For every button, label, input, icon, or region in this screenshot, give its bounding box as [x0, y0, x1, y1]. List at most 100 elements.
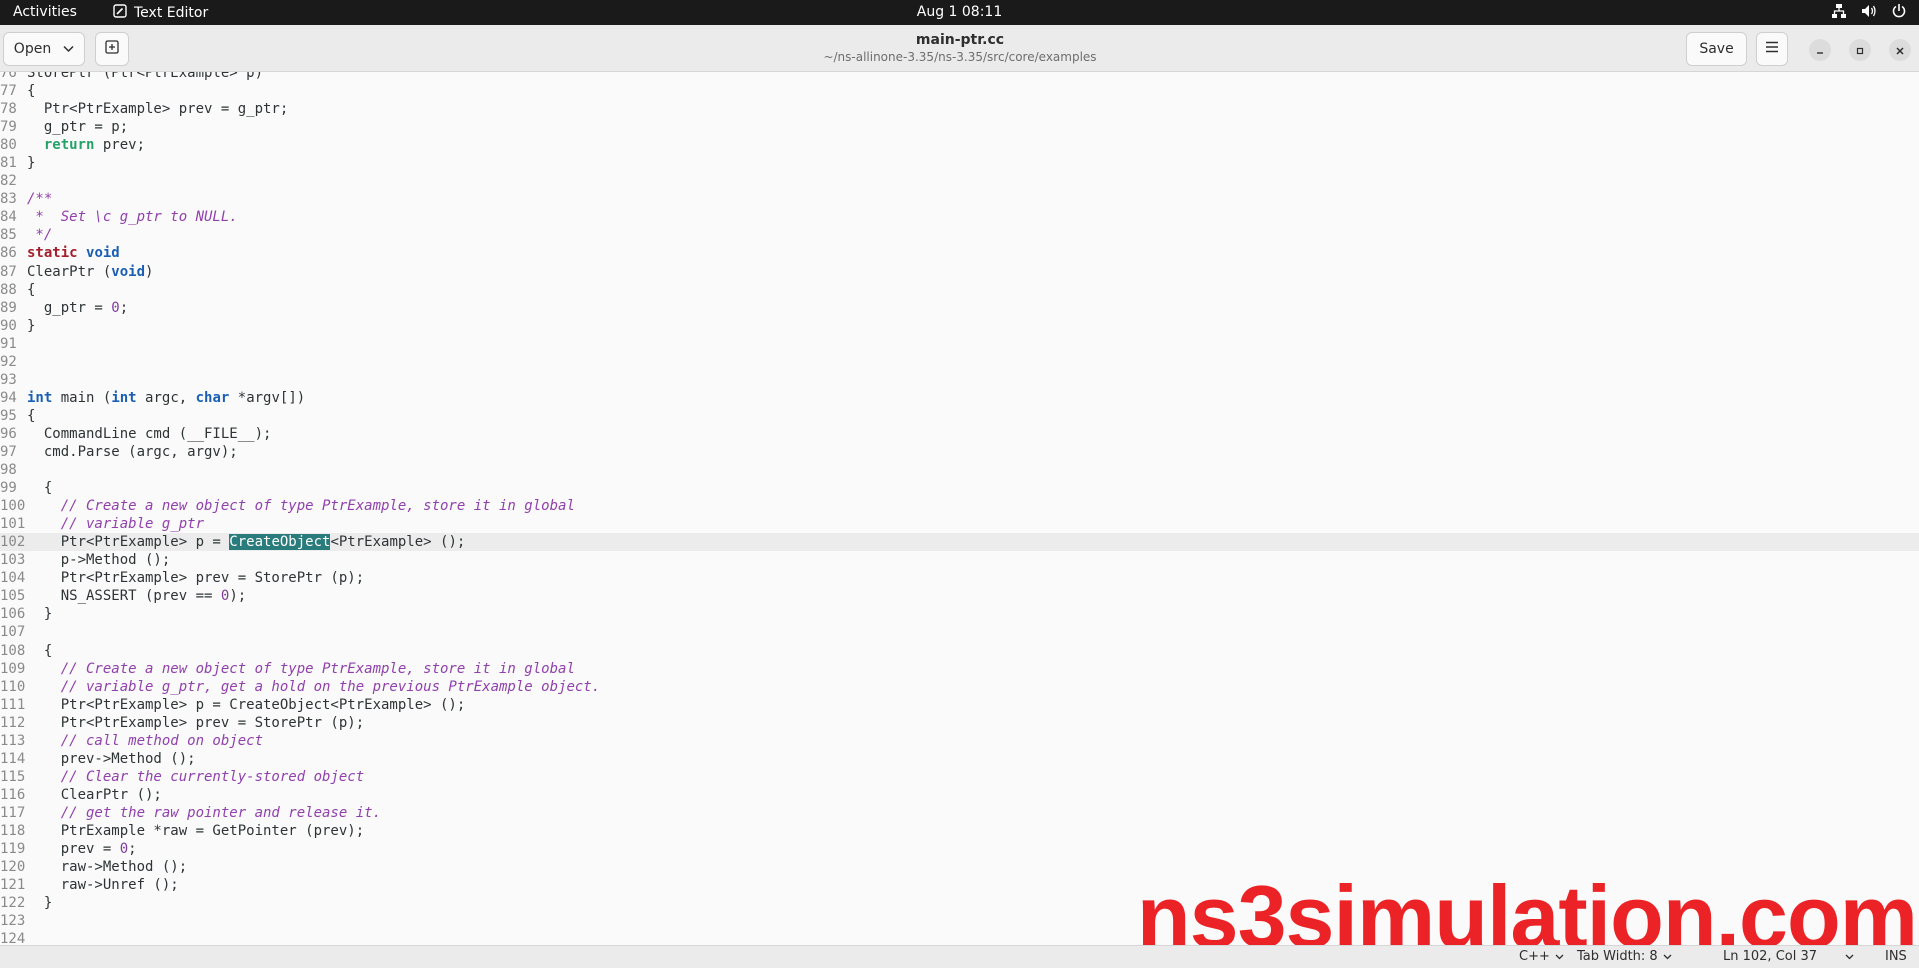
code-line[interactable]: 106 } — [0, 605, 1919, 623]
code-line[interactable]: 96 CommandLine cmd (__FILE__); — [0, 425, 1919, 443]
code-view[interactable]: 76 StorePtr (Ptr<PtrExample> p) 77 {78 Ptr<… — [0, 72, 1919, 945]
new-tab-button[interactable] — [95, 32, 129, 66]
line-text[interactable]: Ptr<PtrExample> prev = g_ptr; — [27, 101, 288, 117]
main-menu-button[interactable] — [1756, 32, 1788, 66]
line-text[interactable]: NS_ASSERT (prev == 0); — [27, 588, 246, 604]
line-text[interactable]: Ptr<PtrExample> prev = StorePtr (p); — [27, 715, 364, 731]
code-line[interactable]: 112 Ptr<PtrExample> prev = StorePtr (p); — [0, 714, 1919, 732]
code-line[interactable]: 77 { — [0, 82, 1919, 100]
line-text[interactable]: raw->Unref (); — [27, 877, 179, 893]
line-text[interactable]: * Set \c g_ptr to NULL. — [27, 209, 237, 225]
line-text[interactable]: /** — [27, 191, 52, 207]
line-text[interactable]: { — [27, 408, 35, 424]
code-line[interactable]: 79 g_ptr = p; — [0, 118, 1919, 136]
code-line[interactable]: 95 { — [0, 407, 1919, 425]
code-line[interactable]: 85 */ — [0, 226, 1919, 244]
line-text[interactable]: ClearPtr (); — [27, 787, 162, 803]
line-text[interactable]: StorePtr (Ptr<PtrExample> p) — [27, 72, 263, 81]
code-line[interactable]: 105 NS_ASSERT (prev == 0); — [0, 587, 1919, 605]
code-line[interactable]: 94 int main (int argc, char *argv[]) — [0, 389, 1919, 407]
close-button[interactable] — [1889, 39, 1911, 61]
code-line[interactable]: 100 // Create a new object of type PtrEx… — [0, 497, 1919, 515]
code-line[interactable]: 83 /** — [0, 190, 1919, 208]
code-line[interactable]: 113 // call method on object — [0, 732, 1919, 750]
code-line[interactable]: 87 ClearPtr (void) — [0, 263, 1919, 281]
code-line[interactable]: 114 prev->Method (); — [0, 750, 1919, 768]
selected-text[interactable]: CreateObject — [229, 534, 331, 551]
cursor-position[interactable]: Ln 102, Col 37 — [1723, 949, 1817, 964]
code-line[interactable]: 84 * Set \c g_ptr to NULL. — [0, 208, 1919, 226]
line-text[interactable]: int main (int argc, char *argv[]) — [27, 390, 305, 406]
line-text[interactable]: prev->Method (); — [27, 751, 196, 767]
line-text[interactable]: } — [27, 155, 35, 171]
code-line[interactable]: 115 // Clear the currently-stored object — [0, 768, 1919, 786]
line-text[interactable]: { — [27, 643, 52, 659]
code-line[interactable]: 99 { — [0, 479, 1919, 497]
line-text[interactable]: raw->Method (); — [27, 859, 187, 875]
system-tray[interactable] — [1831, 3, 1907, 19]
line-text[interactable]: { — [27, 282, 35, 298]
maximize-button[interactable] — [1849, 39, 1871, 61]
line-text[interactable]: Ptr<PtrExample> p = CreateObject<PtrExam… — [27, 697, 466, 713]
line-text[interactable]: // get the raw pointer and release it. — [27, 805, 381, 821]
open-button[interactable]: Open — [3, 32, 85, 66]
line-text[interactable]: */ — [27, 227, 52, 243]
line-text[interactable]: Ptr<PtrExample> prev = StorePtr (p); — [27, 570, 364, 586]
insert-mode-indicator[interactable]: INS — [1885, 949, 1907, 964]
power-icon[interactable] — [1891, 3, 1907, 19]
line-text[interactable]: } — [27, 606, 52, 622]
code-editor[interactable]: 76 StorePtr (Ptr<PtrExample> p) 77 {78 Ptr<… — [0, 72, 1919, 945]
code-line[interactable]: 93 — [0, 371, 1919, 389]
app-menu[interactable]: Text Editor — [113, 4, 208, 22]
line-text[interactable]: ClearPtr (void) — [27, 264, 153, 280]
code-line[interactable]: 86 static void — [0, 244, 1919, 262]
line-text[interactable]: Ptr<PtrExample> p = CreateObject<PtrExam… — [27, 534, 465, 551]
code-line[interactable]: 101 // variable g_ptr — [0, 515, 1919, 533]
code-line[interactable]: 89 g_ptr = 0; — [0, 299, 1919, 317]
line-text[interactable]: CommandLine cmd (__FILE__); — [27, 426, 272, 442]
save-button[interactable]: Save — [1686, 32, 1747, 66]
line-text[interactable]: // Create a new object of type PtrExampl… — [27, 661, 575, 677]
clock[interactable]: Aug 1 08:11 — [917, 4, 1003, 20]
line-text[interactable]: } — [27, 895, 52, 911]
code-line[interactable]: 116 ClearPtr (); — [0, 786, 1919, 804]
code-line[interactable]: 108 { — [0, 642, 1919, 660]
line-text[interactable]: prev = 0; — [27, 841, 137, 857]
line-text[interactable]: { — [27, 480, 52, 496]
cursor-position-menu[interactable] — [1845, 949, 1854, 964]
code-line[interactable]: 82 — [0, 172, 1919, 190]
code-line[interactable]: 92 — [0, 353, 1919, 371]
activities-button[interactable]: Activities — [13, 4, 77, 20]
language-selector[interactable]: C++ — [1519, 949, 1564, 964]
code-line[interactable]: 109 // Create a new object of type PtrEx… — [0, 660, 1919, 678]
line-text[interactable]: g_ptr = p; — [27, 119, 128, 135]
line-text[interactable]: // Clear the currently-stored object — [27, 769, 364, 785]
minimize-button[interactable] — [1809, 39, 1831, 61]
line-text[interactable]: // variable g_ptr, get a hold on the pre… — [27, 679, 600, 695]
code-line[interactable]: 88 { — [0, 281, 1919, 299]
network-icon[interactable] — [1831, 3, 1847, 19]
code-line[interactable]: 78 Ptr<PtrExample> prev = g_ptr; — [0, 100, 1919, 118]
line-text[interactable]: // call method on object — [27, 733, 263, 749]
code-line[interactable]: 110 // variable g_ptr, get a hold on the… — [0, 678, 1919, 696]
code-line[interactable]: 91 — [0, 335, 1919, 353]
code-line[interactable]: 76 StorePtr (Ptr<PtrExample> p) — [0, 72, 1919, 82]
line-text[interactable]: { — [27, 83, 35, 99]
volume-icon[interactable] — [1861, 3, 1877, 19]
line-text[interactable]: // Create a new object of type PtrExampl… — [27, 498, 575, 514]
tab-width-selector[interactable]: Tab Width: 8 — [1577, 949, 1672, 964]
code-line[interactable]: 107 — [0, 623, 1919, 641]
line-text[interactable]: p->Method (); — [27, 552, 171, 568]
code-line-current[interactable]: 102 Ptr<PtrExample> p = CreateObject<Ptr… — [0, 533, 1919, 552]
code-line[interactable]: 90} — [0, 317, 1919, 335]
line-text[interactable]: PtrExample *raw = GetPointer (prev); — [27, 823, 364, 839]
code-line[interactable]: 98 — [0, 461, 1919, 479]
line-text[interactable]: cmd.Parse (argc, argv); — [27, 444, 238, 460]
code-line[interactable]: 81} — [0, 154, 1919, 172]
line-text[interactable]: g_ptr = 0; — [27, 300, 128, 316]
code-line[interactable]: 117 // get the raw pointer and release i… — [0, 804, 1919, 822]
code-line[interactable]: 118 PtrExample *raw = GetPointer (prev); — [0, 822, 1919, 840]
code-line[interactable]: 80 return prev; — [0, 136, 1919, 154]
line-text[interactable]: return prev; — [27, 137, 145, 153]
line-text[interactable]: static void — [27, 245, 120, 261]
